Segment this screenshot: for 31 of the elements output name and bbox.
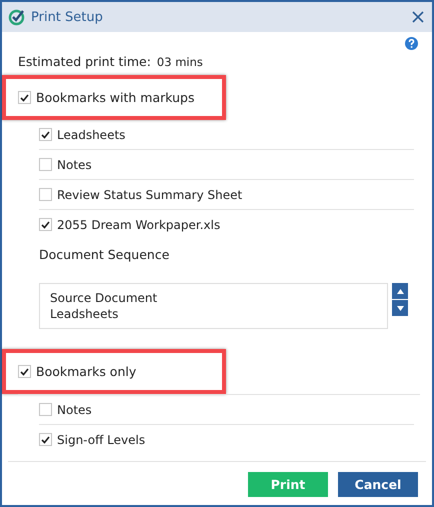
checkbox[interactable]	[39, 433, 52, 446]
checkbox[interactable]	[18, 91, 31, 104]
sequence-list[interactable]: Source Document Leadsheets	[39, 283, 388, 329]
option-label: Bookmarks only	[36, 364, 136, 379]
move-up-button[interactable]	[392, 283, 408, 299]
help-icon[interactable]	[405, 37, 418, 50]
checkbox[interactable]	[39, 158, 52, 171]
option-label: Sign-off Levels	[57, 432, 146, 446]
checkbox[interactable]	[39, 403, 52, 416]
checkbox[interactable]	[39, 188, 52, 201]
section-heading: Document Sequence	[39, 247, 170, 262]
window-title: Print Setup	[31, 10, 104, 24]
down-arrow-icon	[396, 306, 404, 310]
check-circle-icon	[8, 8, 25, 26]
option-label: Notes	[57, 158, 92, 172]
option-label: Bookmarks with markups	[36, 90, 195, 105]
option-label: 2055 Dream Workpaper.xls	[57, 218, 220, 232]
checkbox[interactable]	[39, 128, 52, 141]
estimate-label: Estimated print time:	[18, 54, 151, 69]
move-down-button[interactable]	[392, 300, 408, 316]
up-arrow-icon	[396, 288, 404, 294]
checkbox[interactable]	[18, 365, 31, 378]
close-icon	[412, 11, 424, 23]
list-item[interactable]: Leadsheets	[50, 306, 377, 322]
checkbox[interactable]	[39, 218, 52, 231]
list-item[interactable]: Source Document	[50, 290, 377, 306]
option-label: Notes	[57, 402, 92, 416]
cancel-button[interactable]: Cancel	[338, 472, 418, 497]
option-label: Review Status Summary Sheet	[57, 188, 242, 202]
option-label: Leadsheets	[57, 128, 126, 142]
estimate-value: 03 mins	[156, 55, 203, 69]
